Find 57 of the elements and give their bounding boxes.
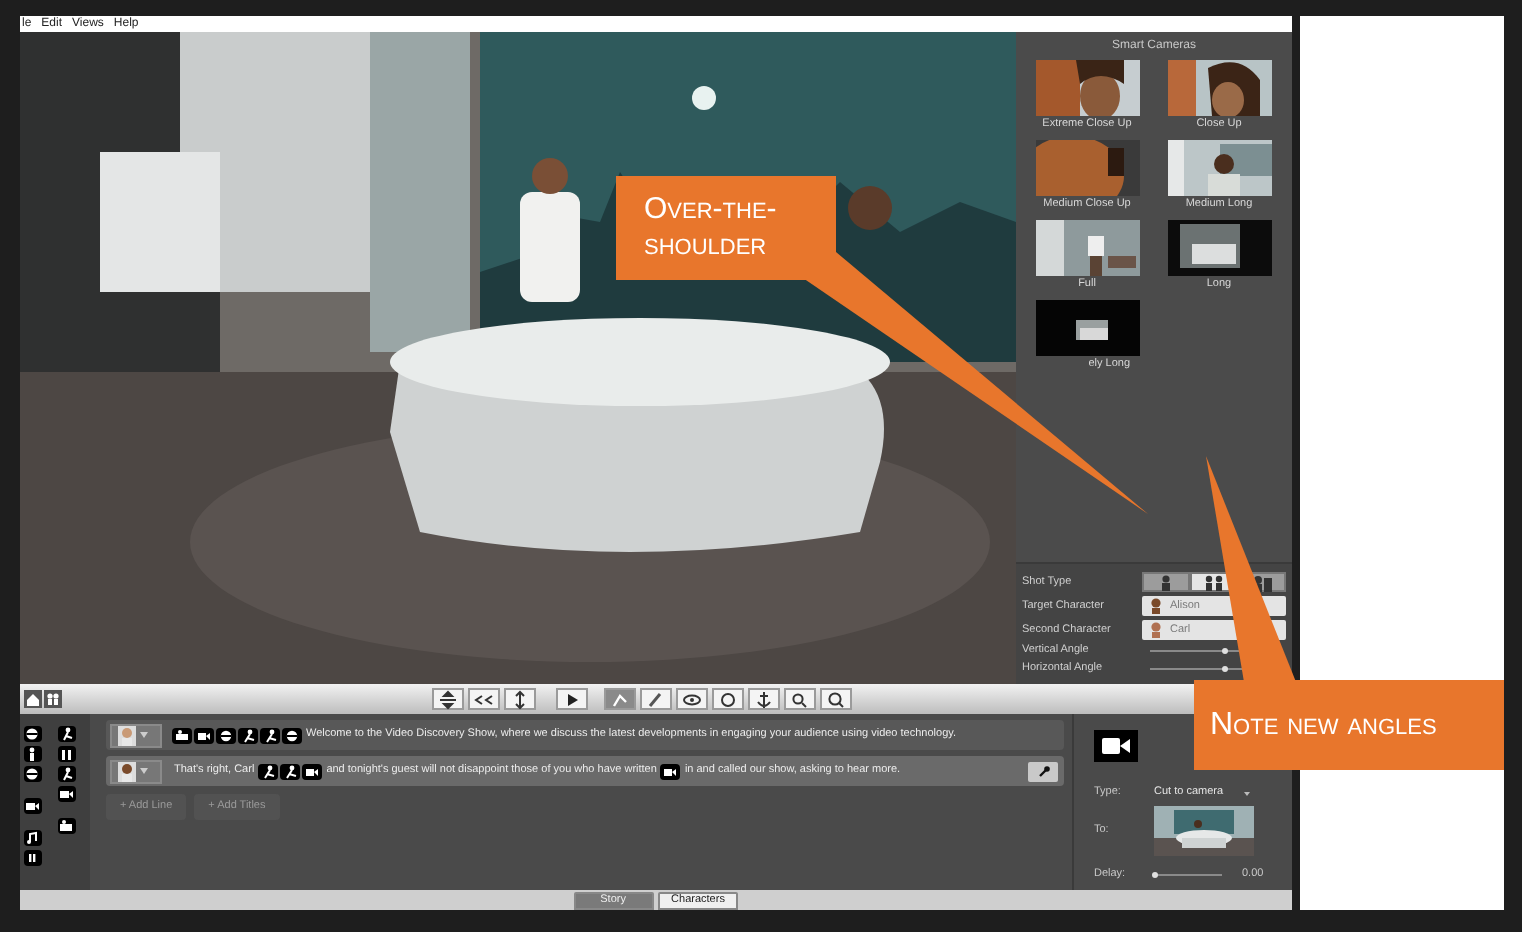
figure-icon[interactable] (280, 763, 301, 779)
figure-icon[interactable] (238, 727, 258, 743)
figure-icon[interactable] (260, 727, 280, 743)
caret-icon (140, 732, 148, 738)
globe-icon[interactable] (216, 727, 236, 743)
slider-thumb[interactable] (1221, 666, 1228, 672)
tool-button[interactable] (748, 688, 780, 710)
zoom-icon (824, 689, 848, 709)
anchor-icon (752, 689, 776, 709)
move-arrows-icon (436, 689, 460, 709)
back-arrows-icon (472, 689, 496, 709)
callout-text: Over-the-shoulder (644, 192, 779, 264)
tool-button[interactable] (712, 688, 744, 710)
video-camera-icon (1094, 730, 1138, 762)
speaker-dropdown[interactable] (110, 723, 162, 747)
camera-icon[interactable] (58, 786, 76, 802)
person-icon[interactable] (24, 746, 42, 762)
avatar-icon (1150, 598, 1162, 614)
slider-thumb[interactable] (1221, 648, 1228, 654)
tool-button[interactable] (556, 688, 588, 710)
music-note-icon[interactable] (24, 830, 42, 846)
microphone-button[interactable] (1028, 761, 1058, 781)
tool-button[interactable] (640, 688, 672, 710)
avatar-icon (118, 761, 136, 781)
caret-icon (140, 768, 148, 774)
globe-icon[interactable] (24, 766, 42, 782)
scene-icon[interactable] (172, 727, 192, 743)
tool-button[interactable] (432, 688, 464, 710)
people-icon (44, 690, 62, 708)
tool-button[interactable] (784, 688, 816, 710)
globe-icon[interactable] (282, 727, 302, 743)
speaker-dropdown[interactable] (110, 759, 162, 783)
avatar-icon (1150, 622, 1162, 638)
figure-icon[interactable] (58, 726, 76, 742)
figure-icon[interactable] (58, 766, 76, 782)
tool-button[interactable] (820, 688, 852, 710)
tool-button[interactable] (676, 688, 708, 710)
camera-icon[interactable] (194, 727, 214, 743)
pause-icon[interactable] (24, 850, 42, 866)
search-icon (788, 689, 812, 709)
tool-button[interactable] (504, 688, 536, 710)
home-icon (24, 690, 42, 708)
globe-icon[interactable] (24, 726, 42, 742)
figure-icon[interactable] (258, 763, 279, 779)
slider-thumb[interactable] (1151, 871, 1157, 878)
camera-icon[interactable] (660, 763, 681, 779)
scene-icon[interactable] (58, 818, 76, 834)
shot-type-option[interactable] (1142, 572, 1190, 592)
camera-icon[interactable] (24, 798, 42, 814)
callout-text: Note new angles (1210, 709, 1437, 741)
caret-icon (1243, 791, 1250, 795)
microphone-icon (1037, 764, 1049, 778)
camera-icon[interactable] (302, 763, 323, 779)
avatar-icon (118, 725, 136, 745)
tool-button[interactable] (468, 688, 500, 710)
eye-icon (680, 689, 704, 709)
two-people-icon (1202, 573, 1226, 591)
